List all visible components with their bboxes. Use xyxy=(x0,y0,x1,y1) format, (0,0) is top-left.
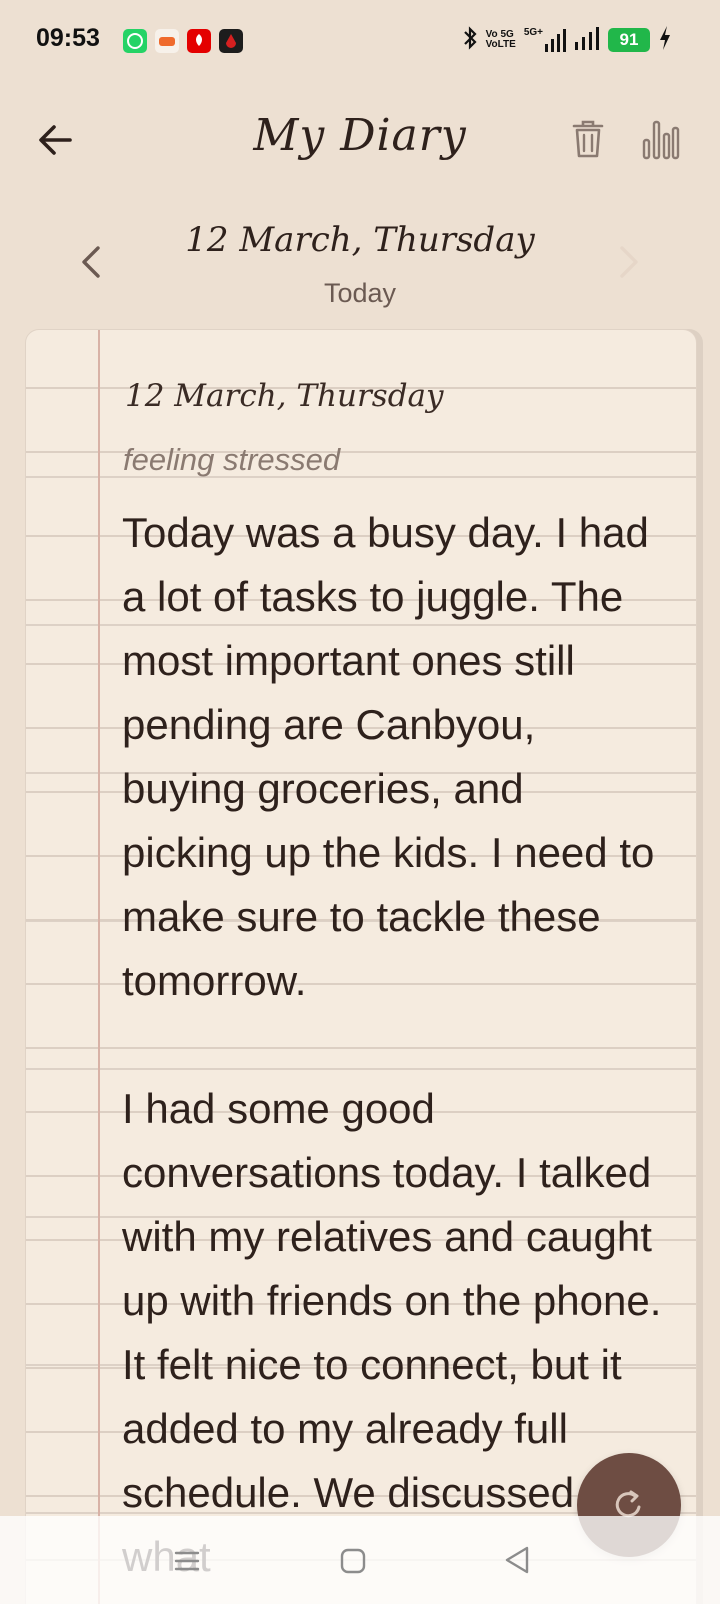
square-icon xyxy=(340,1548,366,1574)
battery-indicator: 91 xyxy=(608,28,650,52)
entry-paragraph: Today was a busy day. I had a lot of tas… xyxy=(122,509,655,1004)
chevron-right-icon xyxy=(620,246,638,278)
app-title: My Diary xyxy=(253,110,467,161)
status-indicators: Vo 5G VoLTE 5G+ 91 xyxy=(462,25,672,55)
entry-mood: feeling stressed xyxy=(123,442,341,477)
diary-page[interactable]: 12 March, Thursday feeling stressed Toda… xyxy=(25,329,697,1604)
signal-icon xyxy=(574,26,600,54)
menu-icon xyxy=(174,1551,200,1571)
status-bar: 09:53 Vo 5G VoLTE 5G+ 91 xyxy=(0,0,720,84)
whatsapp-icon xyxy=(123,29,147,53)
bar-chart-icon xyxy=(642,120,680,160)
home-button[interactable] xyxy=(338,1546,368,1576)
system-navigation-bar xyxy=(0,1516,720,1604)
triangle-back-icon xyxy=(505,1546,529,1574)
app-icon-dark xyxy=(219,29,243,53)
statistics-button[interactable] xyxy=(642,118,680,160)
recent-apps-button[interactable] xyxy=(172,1546,202,1576)
volte-indicator: Vo 5G VoLTE xyxy=(485,29,516,50)
entry-text[interactable]: Today was a busy day. I had a lot of tas… xyxy=(122,501,662,1604)
bluetooth-icon xyxy=(462,25,478,55)
date-navigator: 12 March, Thursday Today xyxy=(0,214,720,314)
airtel-icon xyxy=(187,29,211,53)
games-icon xyxy=(155,29,179,53)
status-time: 09:53 xyxy=(36,24,100,52)
next-day-button[interactable] xyxy=(612,240,646,284)
signal-5g-icon: 5G+ xyxy=(524,28,566,52)
notification-icons xyxy=(123,29,243,53)
system-back-button[interactable] xyxy=(502,1544,532,1576)
delete-button[interactable] xyxy=(570,118,606,160)
charging-icon xyxy=(658,25,672,55)
screen: 09:53 Vo 5G VoLTE 5G+ 91 My Diary 12 Mar… xyxy=(0,0,720,1604)
margin-line xyxy=(98,330,100,1604)
trash-icon xyxy=(572,120,604,158)
toolbar: My Diary xyxy=(0,100,720,180)
entry-date: 12 March, Thursday xyxy=(125,378,444,414)
